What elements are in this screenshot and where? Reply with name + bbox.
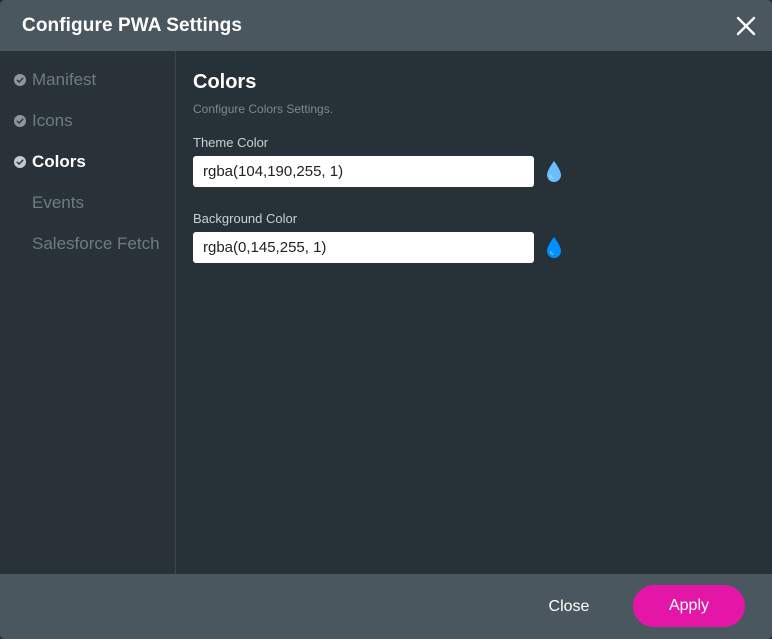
dialog-footer: Close Apply: [0, 574, 772, 639]
close-button[interactable]: Close: [530, 594, 608, 620]
sidebar-item-colors[interactable]: Colors: [0, 147, 175, 181]
check-circle-icon: [14, 156, 26, 168]
sidebar-item-manifest[interactable]: Manifest: [0, 65, 175, 99]
sidebar-item-label: Icons: [32, 111, 73, 130]
colors-panel: Colors Configure Colors Settings. Theme …: [176, 51, 772, 574]
color-drop-icon[interactable]: [545, 160, 563, 184]
settings-sidebar: Manifest Icons Colors Events Salesforce …: [0, 51, 176, 574]
section-heading: Colors: [193, 71, 257, 93]
close-icon[interactable]: [734, 14, 758, 38]
sidebar-item-label: Salesforce Fetch: [32, 234, 160, 253]
apply-button[interactable]: Apply: [633, 585, 745, 627]
pwa-settings-dialog: Configure PWA Settings Manifest Icons Co…: [0, 0, 772, 639]
dialog-title: Configure PWA Settings: [22, 15, 242, 36]
theme-color-label: Theme Color: [193, 135, 269, 150]
sidebar-item-label: Manifest: [32, 70, 97, 89]
sidebar-item-label: Colors: [32, 152, 86, 171]
section-subtitle: Configure Colors Settings.: [193, 102, 334, 116]
color-drop-icon[interactable]: [545, 236, 563, 260]
background-color-label: Background Color: [193, 211, 298, 226]
dialog-header: Configure PWA Settings: [0, 0, 772, 51]
theme-color-input[interactable]: [193, 156, 534, 187]
check-circle-icon: [14, 115, 26, 127]
check-circle-icon: [14, 74, 26, 86]
background-color-input[interactable]: [193, 232, 534, 263]
sidebar-item-events[interactable]: Events: [0, 188, 175, 222]
sidebar-item-icons[interactable]: Icons: [0, 106, 175, 140]
sidebar-item-label: Events: [32, 193, 84, 212]
sidebar-item-salesforce-fetch[interactable]: Salesforce Fetch: [0, 229, 175, 263]
